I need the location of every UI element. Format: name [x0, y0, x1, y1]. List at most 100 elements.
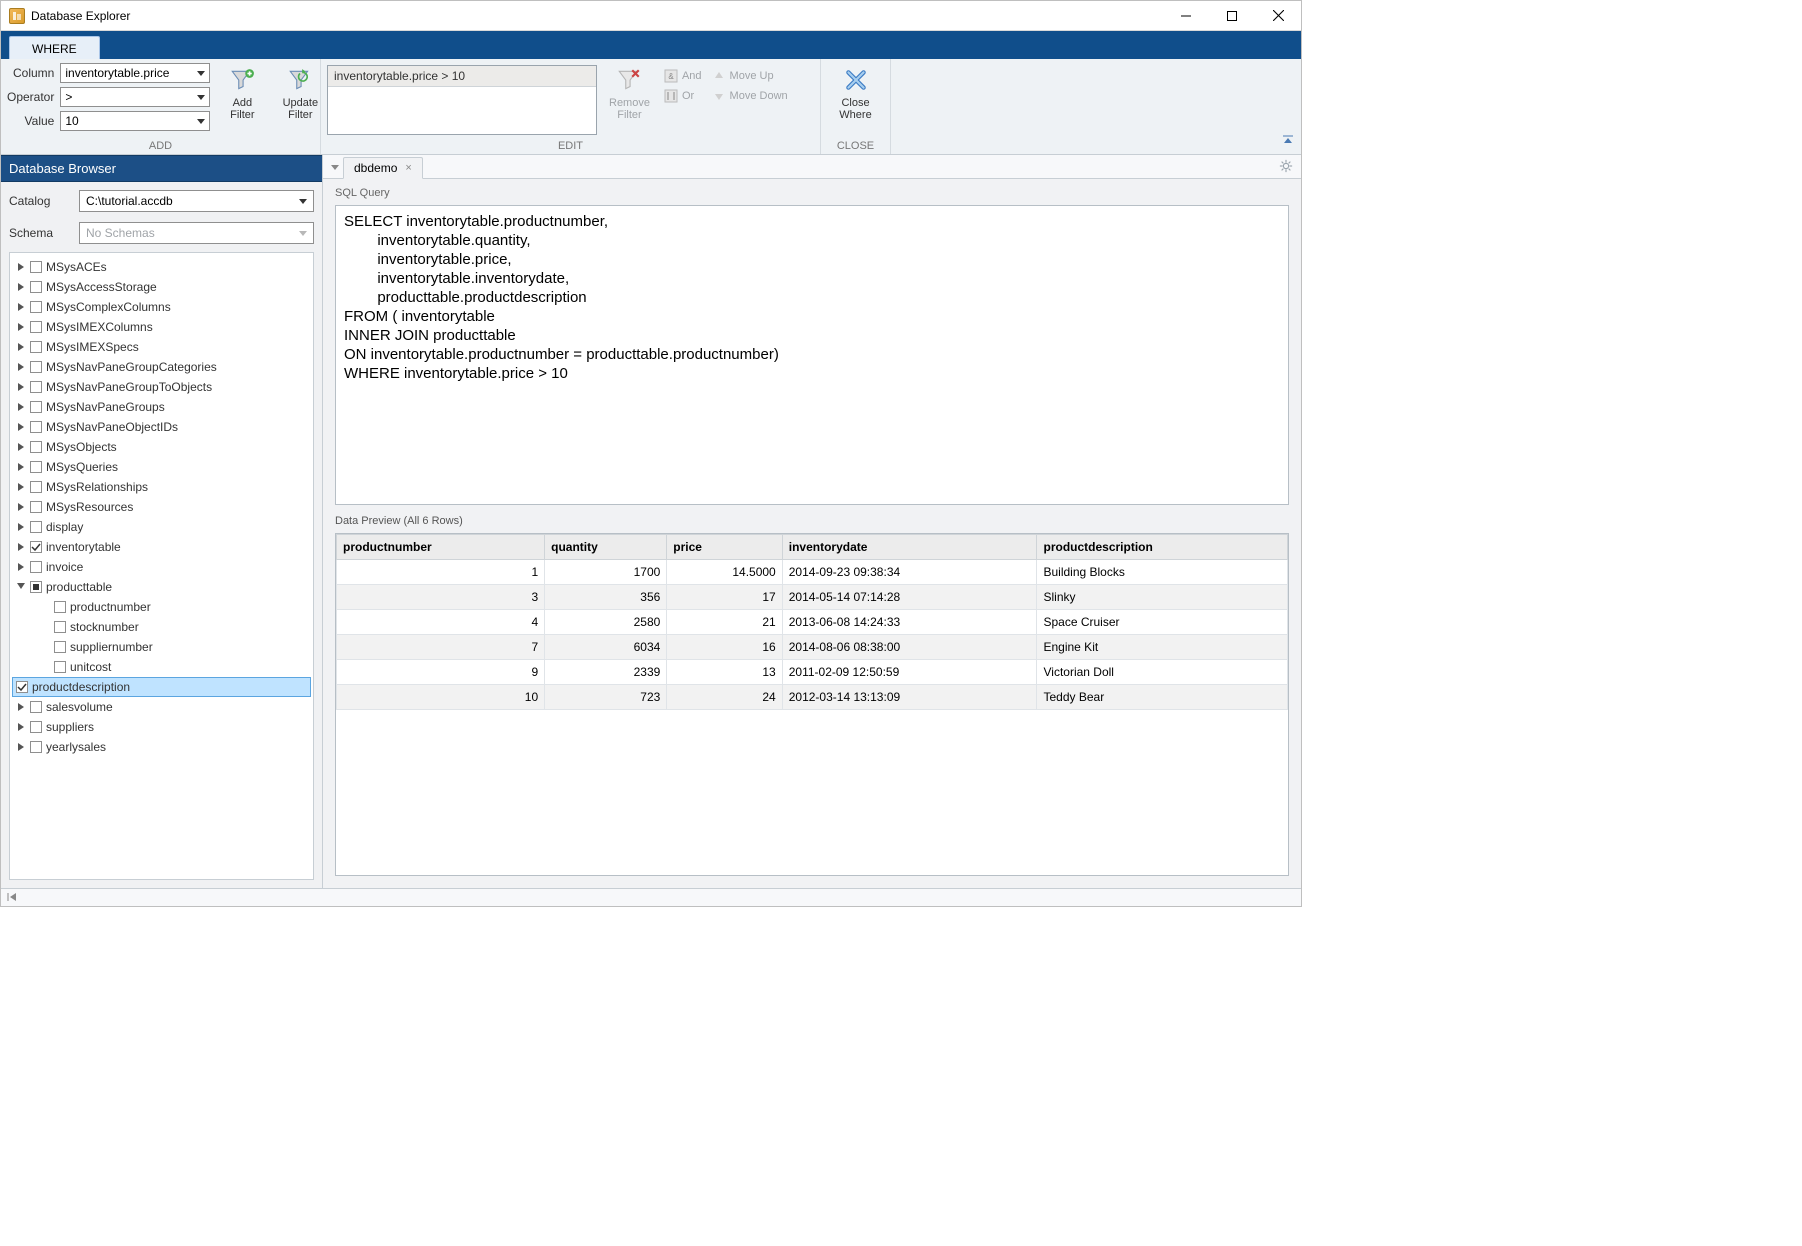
- cell: 2339: [545, 660, 667, 685]
- checkbox-icon[interactable]: [54, 641, 66, 653]
- checkbox-icon[interactable]: [30, 541, 42, 553]
- cell: 17: [667, 585, 782, 610]
- checkbox-icon[interactable]: [30, 501, 42, 513]
- checkbox-icon[interactable]: [30, 741, 42, 753]
- window: Database Explorer WHERE Column inventory…: [0, 0, 1302, 907]
- column-select[interactable]: inventorytable.price: [60, 63, 210, 83]
- tree-column-node[interactable]: suppliernumber: [12, 637, 311, 657]
- cell: 1700: [545, 560, 667, 585]
- tree-table-node[interactable]: MSysRelationships: [12, 477, 311, 497]
- tree-table-node[interactable]: MSysNavPaneObjectIDs: [12, 417, 311, 437]
- checkbox-icon[interactable]: [30, 381, 42, 393]
- collapse-ribbon-icon[interactable]: [1281, 133, 1295, 150]
- column-header[interactable]: productdescription: [1037, 535, 1288, 560]
- tree-column-node[interactable]: productdescription: [12, 677, 311, 697]
- data-preview-table[interactable]: productnumberquantitypriceinventorydatep…: [335, 533, 1289, 876]
- tree-table-node[interactable]: MSysNavPaneGroupCategories: [12, 357, 311, 377]
- checkbox-icon[interactable]: [30, 481, 42, 493]
- move-down-button[interactable]: Move Down: [710, 87, 790, 105]
- column-header[interactable]: price: [667, 535, 782, 560]
- preview-label: Data Preview (All 6 Rows): [335, 515, 1289, 527]
- checkbox-icon[interactable]: [54, 601, 66, 613]
- table-row[interactable]: 10723242012-03-14 13:13:09Teddy Bear: [337, 685, 1288, 710]
- tree-table-node[interactable]: display: [12, 517, 311, 537]
- value-input[interactable]: 10: [60, 111, 210, 131]
- filter-list[interactable]: inventorytable.price > 10: [327, 65, 597, 135]
- filter-row[interactable]: inventorytable.price > 10: [328, 66, 596, 87]
- cell: 1: [337, 560, 545, 585]
- table-row[interactable]: 42580212013-06-08 14:24:33Space Cruiser: [337, 610, 1288, 635]
- tree-table-node[interactable]: MSysQueries: [12, 457, 311, 477]
- chevron-down-icon[interactable]: [331, 160, 339, 174]
- checkbox-icon[interactable]: [30, 421, 42, 433]
- checkbox-icon[interactable]: [30, 561, 42, 573]
- rewind-icon[interactable]: [7, 891, 17, 905]
- close-tab-icon[interactable]: ×: [405, 162, 411, 174]
- tree-table-node[interactable]: MSysIMEXSpecs: [12, 337, 311, 357]
- tree-table-node[interactable]: inventorytable: [12, 537, 311, 557]
- checkbox-icon[interactable]: [30, 441, 42, 453]
- checkbox-icon[interactable]: [30, 281, 42, 293]
- checkbox-icon[interactable]: [30, 361, 42, 373]
- tree-table-node[interactable]: MSysNavPaneGroupToObjects: [12, 377, 311, 397]
- checkbox-icon[interactable]: [30, 401, 42, 413]
- add-filter-button[interactable]: Add Filter: [216, 63, 268, 121]
- close-button[interactable]: [1255, 1, 1301, 30]
- column-header[interactable]: productnumber: [337, 535, 545, 560]
- tree-table-node[interactable]: MSysACEs: [12, 257, 311, 277]
- sql-textarea[interactable]: SELECT inventorytable.productnumber, inv…: [335, 205, 1289, 505]
- checkbox-icon[interactable]: [16, 681, 28, 693]
- checkbox-icon[interactable]: [54, 661, 66, 673]
- tree-table-node[interactable]: MSysResources: [12, 497, 311, 517]
- tree-column-node[interactable]: unitcost: [12, 657, 311, 677]
- tree-table-node[interactable]: invoice: [12, 557, 311, 577]
- checkbox-icon[interactable]: [30, 261, 42, 273]
- checkbox-icon[interactable]: [30, 301, 42, 313]
- checkbox-icon[interactable]: [54, 621, 66, 633]
- cell: Slinky: [1037, 585, 1288, 610]
- table-row[interactable]: 3356172014-05-14 07:14:28Slinky: [337, 585, 1288, 610]
- tree-column-node[interactable]: productnumber: [12, 597, 311, 617]
- tree-table-node[interactable]: suppliers: [12, 717, 311, 737]
- schema-select[interactable]: No Schemas: [79, 222, 314, 244]
- tree-table-node[interactable]: yearlysales: [12, 737, 311, 757]
- tree-table-node[interactable]: MSysNavPaneGroups: [12, 397, 311, 417]
- tree-table-node[interactable]: producttable: [12, 577, 311, 597]
- gear-icon[interactable]: [1279, 159, 1293, 176]
- tree-table-node[interactable]: MSysObjects: [12, 437, 311, 457]
- table-row[interactable]: 92339132011-02-09 12:50:59Victorian Doll: [337, 660, 1288, 685]
- move-up-button[interactable]: Move Up: [710, 67, 790, 85]
- ribbon-section-edit-label: EDIT: [327, 138, 814, 152]
- window-title: Database Explorer: [31, 9, 1163, 23]
- maximize-button[interactable]: [1209, 1, 1255, 30]
- ribbon-tab-where[interactable]: WHERE: [9, 36, 100, 60]
- table-row[interactable]: 76034162014-08-06 08:38:00Engine Kit: [337, 635, 1288, 660]
- table-row[interactable]: 1170014.50002014-09-23 09:38:34Building …: [337, 560, 1288, 585]
- checkbox-icon[interactable]: [30, 581, 42, 593]
- catalog-select[interactable]: C:\tutorial.accdb: [79, 190, 314, 212]
- operator-select[interactable]: >: [60, 87, 210, 107]
- and-button[interactable]: &And: [662, 67, 704, 85]
- operator-label: Operator: [7, 90, 54, 104]
- remove-filter-button[interactable]: Remove Filter: [603, 63, 656, 121]
- doc-tab-dbdemo[interactable]: dbdemo ×: [343, 157, 423, 179]
- column-header[interactable]: inventorydate: [782, 535, 1037, 560]
- checkbox-icon[interactable]: [30, 321, 42, 333]
- minimize-button[interactable]: [1163, 1, 1209, 30]
- checkbox-icon[interactable]: [30, 341, 42, 353]
- schema-label: Schema: [9, 226, 69, 240]
- tree-table-node[interactable]: MSysComplexColumns: [12, 297, 311, 317]
- tree-table-node[interactable]: salesvolume: [12, 697, 311, 717]
- column-header[interactable]: quantity: [545, 535, 667, 560]
- tree-table-node[interactable]: MSysAccessStorage: [12, 277, 311, 297]
- checkbox-icon[interactable]: [30, 701, 42, 713]
- update-filter-button[interactable]: Update Filter: [274, 63, 326, 121]
- checkbox-icon[interactable]: [30, 721, 42, 733]
- tree-column-node[interactable]: stocknumber: [12, 617, 311, 637]
- table-tree[interactable]: MSysACEsMSysAccessStorageMSysComplexColu…: [9, 252, 314, 880]
- or-button[interactable]: Or: [662, 87, 704, 105]
- tree-table-node[interactable]: MSysIMEXColumns: [12, 317, 311, 337]
- checkbox-icon[interactable]: [30, 521, 42, 533]
- close-where-button[interactable]: Close Where: [830, 63, 882, 121]
- checkbox-icon[interactable]: [30, 461, 42, 473]
